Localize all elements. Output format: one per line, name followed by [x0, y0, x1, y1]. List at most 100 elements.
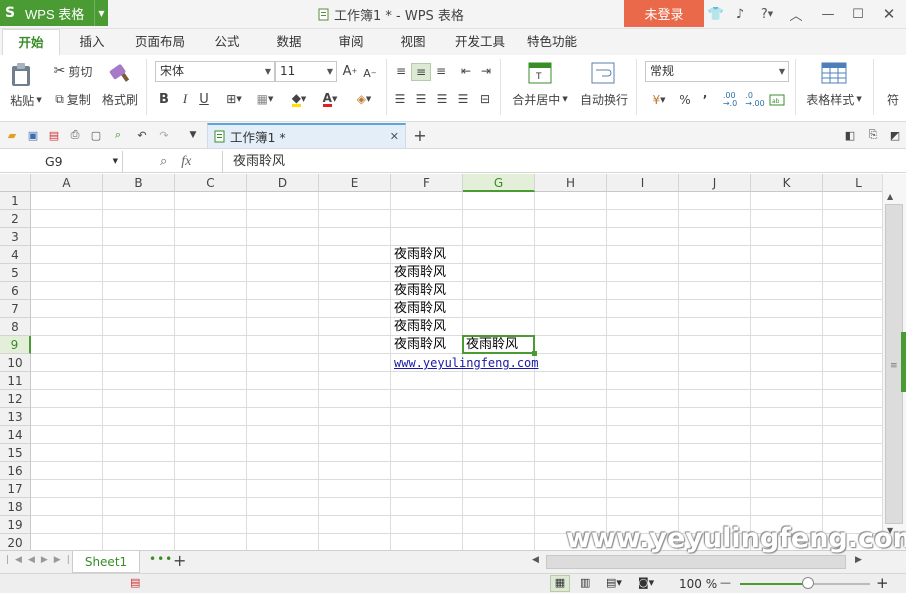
normal-view-icon[interactable]: ▦ — [550, 575, 570, 592]
underline-button[interactable]: U — [196, 90, 212, 108]
cell-f9[interactable]: 夜雨聆风 — [391, 336, 446, 354]
print-icon[interactable]: ⎙ — [67, 127, 83, 143]
align-right-icon[interactable]: ☰ — [435, 91, 449, 107]
column-header-j[interactable]: J — [679, 174, 751, 192]
bold-button[interactable]: B — [155, 90, 173, 108]
redo-icon[interactable]: ↷ — [156, 127, 172, 143]
scroll-up-icon[interactable]: ▲ — [887, 192, 893, 201]
column-header-f[interactable]: F — [391, 174, 463, 192]
spreadsheet-grid[interactable]: A B C D E F G H I J K L 1 2 3 4 5 6 7 8 9 10 11 12 13 14 15 16 17 18 1… — [0, 174, 882, 550]
align-bottom-icon[interactable]: ≡ — [433, 63, 449, 79]
currency-button[interactable]: ¥ ▼ — [646, 91, 672, 109]
select-all-corner[interactable] — [0, 174, 31, 192]
cell-f5[interactable]: 夜雨聆风 — [391, 264, 446, 282]
macro-record-icon[interactable]: ▤ — [130, 576, 140, 589]
wrap-text-button[interactable]: 自动换行 — [576, 90, 632, 108]
more-sheets-icon[interactable]: ••• — [149, 552, 173, 566]
font-name-select[interactable]: 宋体 ▼ — [155, 61, 275, 82]
maximize-button[interactable]: ☐ — [849, 5, 867, 23]
brush-icon[interactable] — [106, 61, 132, 87]
number-format-select[interactable]: 常规 ▼ — [645, 61, 789, 82]
align-left-icon[interactable]: ☰ — [393, 91, 407, 107]
cell-f6[interactable]: 夜雨聆风 — [391, 282, 446, 300]
decrease-decimal-button[interactable]: .0 →.00 — [745, 91, 765, 109]
row-header-4[interactable]: 4 — [0, 246, 31, 264]
page-break-view-icon[interactable]: ▤▾ — [606, 576, 622, 589]
insert-function-button[interactable]: fx — [181, 154, 191, 170]
side-panel-handle[interactable] — [901, 332, 906, 392]
zoom-level[interactable]: 100 % — [679, 577, 717, 591]
minimize-button[interactable]: — — [819, 5, 837, 23]
decrease-indent-icon[interactable]: ⇤ — [458, 63, 474, 79]
scroll-left-icon[interactable]: ◀ — [532, 555, 539, 565]
row-header-13[interactable]: 13 — [0, 408, 31, 426]
column-header-a[interactable]: A — [31, 174, 103, 192]
open-folder-icon[interactable]: ▰ — [4, 127, 20, 143]
row-header-8[interactable]: 8 — [0, 318, 31, 336]
tab-data[interactable]: 数据 — [263, 29, 315, 55]
window-mode-icon[interactable]: ◧ — [842, 127, 858, 143]
row-header-20[interactable]: 20 — [0, 534, 31, 550]
row-header-2[interactable]: 2 — [0, 210, 31, 228]
app-menu-button[interactable]: S WPS 表格 ▼ — [0, 0, 108, 26]
cut-button[interactable]: ✂ 剪切 — [50, 62, 96, 80]
zoom-search-icon[interactable]: ⌕ — [160, 154, 167, 169]
tab-developer[interactable]: 开发工具 — [450, 29, 510, 55]
row-header-11[interactable]: 11 — [0, 372, 31, 390]
row-header-12[interactable]: 12 — [0, 390, 31, 408]
row-header-5[interactable]: 5 — [0, 264, 31, 282]
cell-f7[interactable]: 夜雨聆风 — [391, 300, 446, 318]
tab-formulas[interactable]: 公式 — [202, 29, 252, 55]
zoom-out-button[interactable]: — — [720, 576, 731, 589]
column-header-c[interactable]: C — [175, 174, 247, 192]
align-center-icon[interactable]: ☰ — [414, 91, 428, 107]
column-header-i[interactable]: I — [607, 174, 679, 192]
tab-home[interactable]: 开始 — [2, 29, 60, 55]
clear-format-button[interactable]: ◈ ▼ — [350, 90, 378, 108]
row-header-19[interactable]: 19 — [0, 516, 31, 534]
page-layout-view-icon[interactable]: ▥ — [580, 576, 590, 589]
fill-handle[interactable] — [532, 351, 537, 356]
horizontal-scroll-thumb[interactable] — [546, 555, 846, 569]
row-header-14[interactable]: 14 — [0, 426, 31, 444]
zoom-in-button[interactable]: + — [876, 574, 889, 592]
tab-insert[interactable]: 插入 — [66, 29, 118, 55]
comma-button[interactable]: ’ — [699, 91, 711, 109]
row-header-9[interactable]: 9 — [0, 336, 31, 354]
merge-center-button[interactable]: 合并居中 ▼ — [508, 90, 572, 108]
align-middle-icon[interactable]: ≡ — [411, 63, 431, 81]
fill-color-button[interactable]: ◆ ▼ — [285, 90, 313, 108]
collapse-ribbon-icon[interactable]: ︿ — [787, 5, 805, 24]
paste-icon[interactable] — [8, 61, 34, 89]
row-header-17[interactable]: 17 — [0, 480, 31, 498]
zoom-slider-knob[interactable] — [801, 577, 814, 589]
column-header-h[interactable]: H — [535, 174, 607, 192]
row-header-18[interactable]: 18 — [0, 498, 31, 516]
close-button[interactable]: ✕ — [880, 5, 898, 23]
new-tab-icon[interactable]: + — [412, 126, 428, 145]
help-button[interactable]: ? ▼ — [756, 5, 778, 23]
copy-button[interactable]: ⧉ 复制 — [50, 90, 96, 108]
sheet-nav-arrows[interactable]: |◀◀▶▶| — [6, 555, 76, 565]
borders-button[interactable]: ⊞ ▼ — [220, 90, 248, 108]
increase-indent-icon[interactable]: ⇥ — [478, 63, 494, 79]
italic-button[interactable]: I — [177, 90, 193, 108]
reading-mode-icon[interactable]: ◙▾ — [638, 576, 654, 589]
paste-button[interactable]: 粘贴 ▼ — [6, 91, 46, 109]
format-painter-button[interactable]: 格式刷 — [100, 90, 140, 108]
row-header-10[interactable]: 10 — [0, 354, 31, 372]
column-header-k[interactable]: K — [751, 174, 823, 192]
justify-icon[interactable]: ☰ — [456, 91, 470, 107]
tab-page-layout[interactable]: 页面布局 — [128, 29, 192, 55]
increase-font-icon[interactable]: A + — [341, 62, 359, 80]
formula-input[interactable]: 夜雨聆风 — [222, 151, 906, 172]
table-style-button[interactable]: 表格样式 ▼ — [802, 90, 866, 108]
export-pdf-icon[interactable]: ▤ — [46, 127, 62, 143]
login-button[interactable]: 未登录 — [624, 0, 704, 27]
cell-f4[interactable]: 夜雨聆风 — [391, 246, 446, 264]
column-header-l[interactable]: L — [823, 174, 882, 192]
undo-icon[interactable]: ↶ — [134, 127, 150, 143]
convert-icon[interactable]: ab — [768, 92, 786, 108]
row-header-7[interactable]: 7 — [0, 300, 31, 318]
close-tab-icon[interactable]: ✕ — [390, 130, 399, 143]
